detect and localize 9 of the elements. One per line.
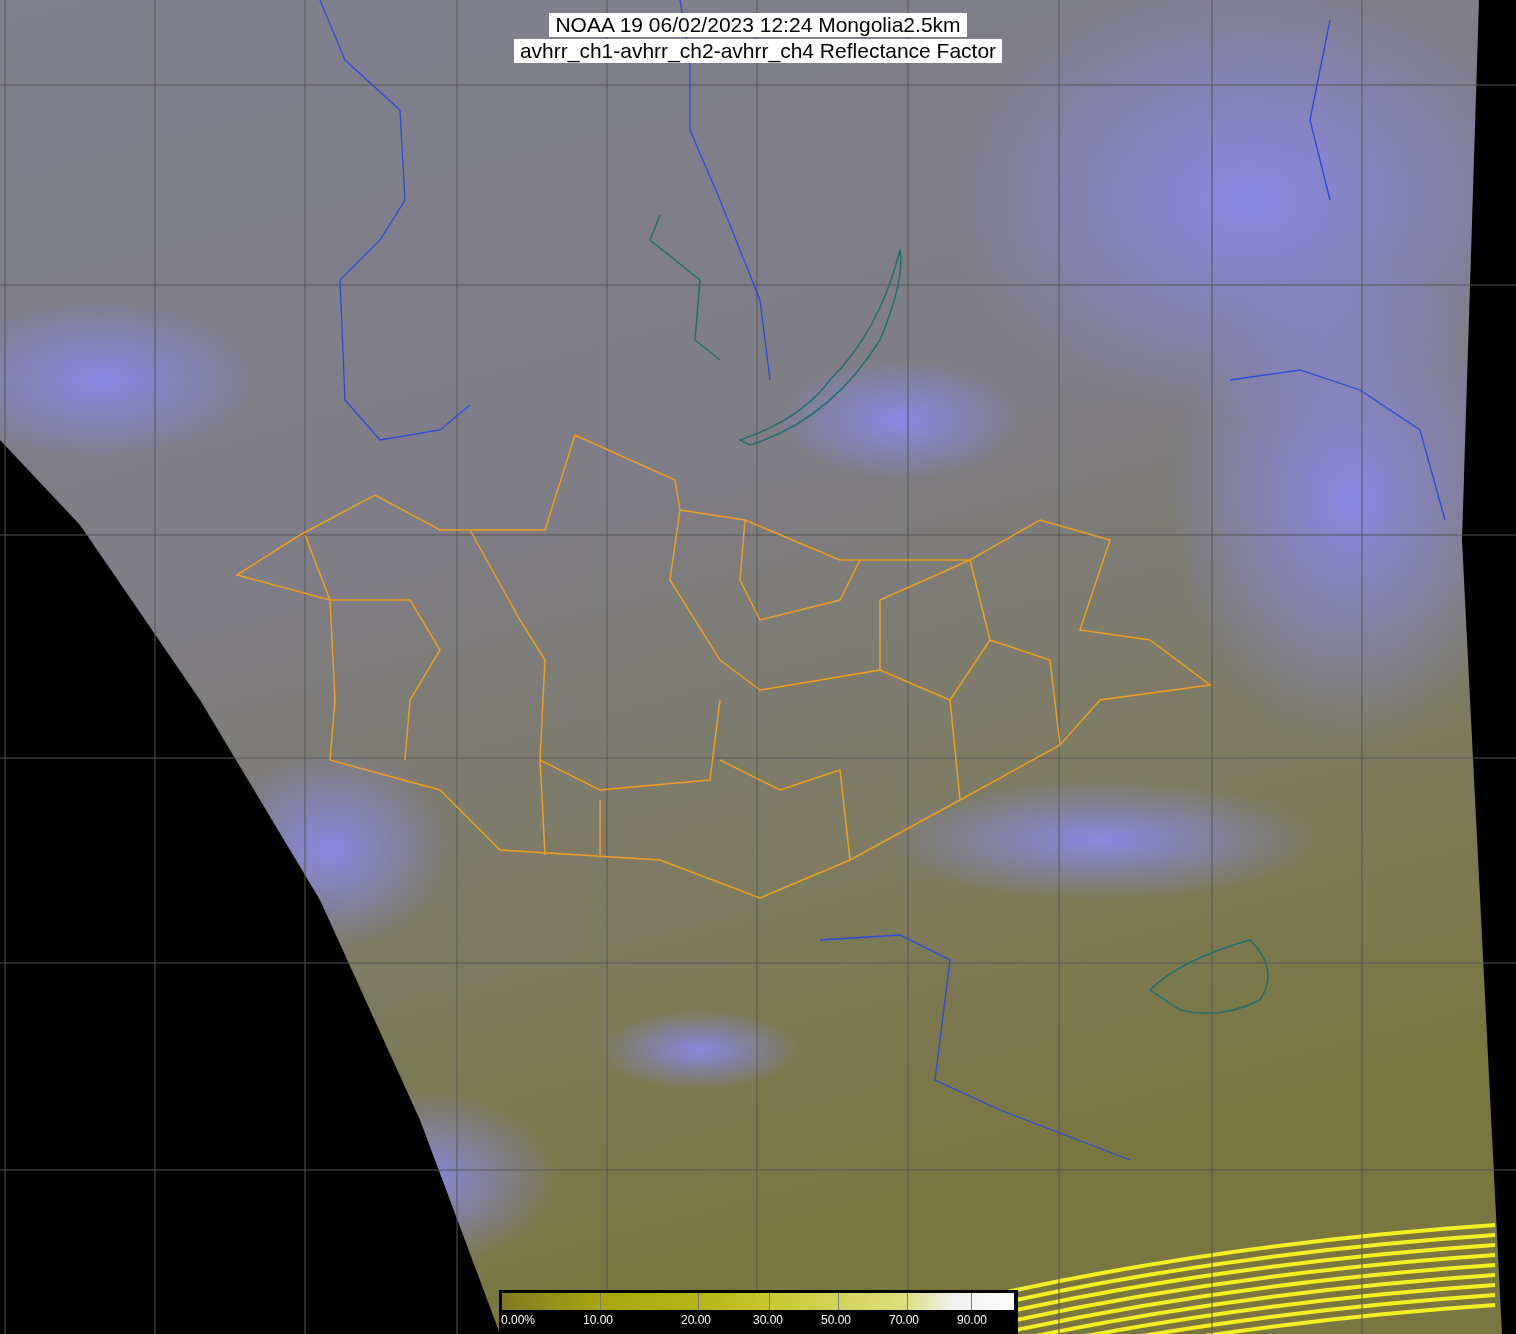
scale-label: 70.00 bbox=[889, 1313, 920, 1327]
map-title: NOAA 19 06/02/2023 12:24 Mongolia2.5km bbox=[549, 13, 967, 37]
map-title: avhrr_ch1-avhrr_ch2-avhrr_ch4 Reflectance Factor bbox=[513, 39, 1003, 63]
scale-label: 0.00% bbox=[501, 1313, 536, 1327]
scale-label: 90.00 bbox=[957, 1313, 988, 1327]
scale-label: 10.00 bbox=[583, 1313, 614, 1327]
scale-label: 50.00 bbox=[821, 1313, 852, 1327]
scale-label: 30.00 bbox=[753, 1313, 784, 1327]
scale-label: 20.00 bbox=[681, 1313, 712, 1327]
